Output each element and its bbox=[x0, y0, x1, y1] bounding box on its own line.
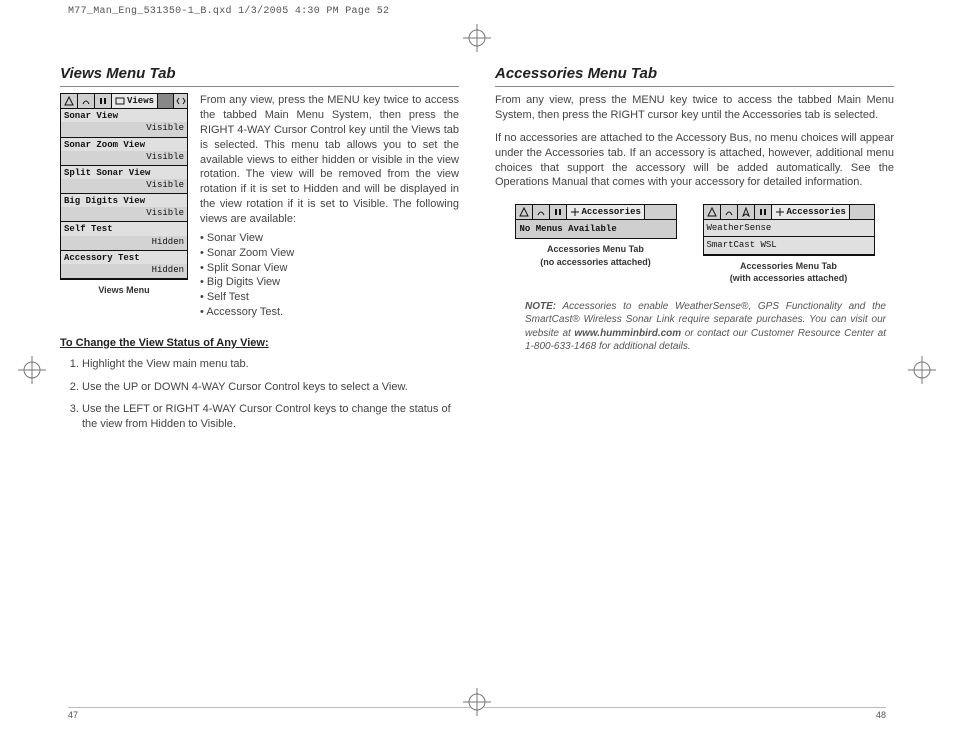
acc-fig1-caption: Accessories Menu Tab (no accessories att… bbox=[540, 243, 651, 267]
tab-setup-icon bbox=[755, 205, 772, 219]
change-status-steps: Highlight the View main menu tab. Use th… bbox=[60, 357, 459, 440]
print-slug: M77_Man_Eng_531350-1_B.qxd 1/3/2005 4:30… bbox=[68, 6, 389, 17]
views-list: Sonar View Sonar Zoom View Split Sonar V… bbox=[200, 231, 459, 320]
step-item: Use the UP or DOWN 4-WAY Cursor Control … bbox=[82, 380, 459, 395]
crop-mark-right bbox=[908, 356, 936, 384]
views-row: Big Digits ViewVisible bbox=[61, 194, 187, 222]
views-list-item: Big Digits View bbox=[200, 275, 459, 290]
acc-row: WeatherSense bbox=[704, 220, 874, 237]
acc-figure-attached: Accessories WeatherSense SmartCast WSL A… bbox=[703, 204, 875, 284]
page-number-left: 47 bbox=[68, 707, 470, 720]
views-menu-figure: Views Sonar ViewVisible Sonar Zoom ViewV… bbox=[60, 93, 188, 320]
tab-accessories-active: Accessories bbox=[772, 205, 850, 219]
tab-filler bbox=[158, 94, 173, 108]
tab-nav-icon bbox=[738, 205, 755, 219]
views-intro-para: From any view, press the MENU key twice … bbox=[200, 93, 459, 227]
views-row: Self TestHidden bbox=[61, 222, 187, 250]
views-row: Accessory TestHidden bbox=[61, 251, 187, 279]
views-list-item: Self Test bbox=[200, 290, 459, 305]
views-list-item: Accessory Test. bbox=[200, 305, 459, 320]
left-page: Views Menu Tab Views Sonar ViewVisible S… bbox=[60, 64, 459, 690]
acc-figure-empty: Accessories No Menus Available Accessori… bbox=[515, 204, 677, 284]
step-item: Use the LEFT or RIGHT 4-WAY Cursor Contr… bbox=[82, 402, 459, 432]
note-label: NOTE: bbox=[525, 301, 556, 312]
note-website: www.humminbird.com bbox=[574, 328, 681, 339]
tab-alarm-icon bbox=[516, 205, 533, 219]
crop-mark-top bbox=[463, 24, 491, 52]
acc-para-1: From any view, press the MENU key twice … bbox=[495, 93, 894, 123]
accessories-heading: Accessories Menu Tab bbox=[495, 64, 894, 87]
change-status-heading: To Change the View Status of Any View: bbox=[60, 336, 459, 351]
views-row: Sonar ViewVisible bbox=[61, 109, 187, 137]
page-number-right: 48 bbox=[484, 707, 886, 720]
views-list-item: Sonar Zoom View bbox=[200, 246, 459, 261]
acc-row: SmartCast WSL bbox=[704, 237, 874, 254]
acc-fig2-caption: Accessories Menu Tab (with accessories a… bbox=[730, 260, 848, 284]
right-page: Accessories Menu Tab From any view, pres… bbox=[495, 64, 894, 690]
acc-no-menus-msg: No Menus Available bbox=[516, 220, 676, 238]
tab-sonar-icon bbox=[533, 205, 550, 219]
tab-alarm-icon bbox=[61, 94, 78, 108]
tab-accessories-active: Accessories bbox=[567, 205, 645, 219]
tab-sonar-icon bbox=[78, 94, 95, 108]
tab-sonar-icon bbox=[721, 205, 738, 219]
tab-alarm-icon bbox=[704, 205, 721, 219]
acc-note: NOTE: Accessories to enable WeatherSense… bbox=[495, 300, 894, 354]
tab-setup-icon bbox=[550, 205, 567, 219]
tab-setup-icon bbox=[95, 94, 112, 108]
step-item: Highlight the View main menu tab. bbox=[82, 357, 459, 372]
crop-mark-left bbox=[18, 356, 46, 384]
views-list-item: Split Sonar View bbox=[200, 261, 459, 276]
views-list-item: Sonar View bbox=[200, 231, 459, 246]
views-row: Split Sonar ViewVisible bbox=[61, 166, 187, 194]
tab-nav-arrows-icon bbox=[173, 94, 187, 108]
views-row: Sonar Zoom ViewVisible bbox=[61, 138, 187, 166]
tab-views-active: Views bbox=[112, 94, 158, 108]
views-heading: Views Menu Tab bbox=[60, 64, 459, 87]
acc-para-2: If no accessories are attached to the Ac… bbox=[495, 131, 894, 190]
views-fig-caption: Views Menu bbox=[60, 284, 188, 296]
